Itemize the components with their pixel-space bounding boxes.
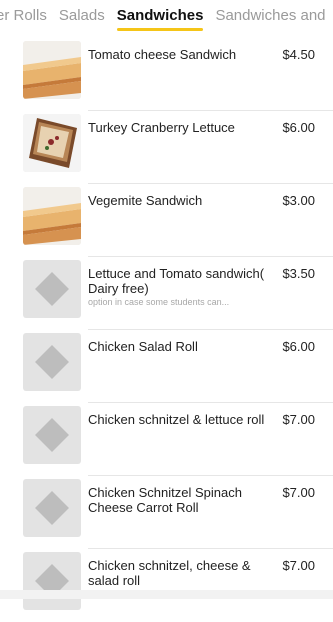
item-price: $6.00 bbox=[282, 339, 315, 354]
menu-item[interactable]: Tomato cheese Sandwich $4.50 bbox=[0, 38, 333, 111]
item-price: $4.50 bbox=[282, 47, 315, 62]
sandwich-photo bbox=[23, 187, 81, 245]
menu-item[interactable]: Vegemite Sandwich $3.00 bbox=[0, 184, 333, 257]
placeholder-icon bbox=[35, 272, 69, 306]
tab-salads[interactable]: Salads bbox=[59, 6, 105, 32]
tab-sandwiches-and[interactable]: Sandwiches and bbox=[215, 6, 325, 32]
tab-rolls[interactable]: er Rolls bbox=[0, 6, 47, 32]
item-name: Chicken schnitzel & lettuce roll bbox=[88, 412, 265, 427]
category-tabs: er Rolls Salads Sandwiches Sandwiches an… bbox=[0, 0, 333, 38]
item-price: $7.00 bbox=[282, 558, 315, 573]
menu-item[interactable]: Lettuce and Tomato sandwich( Dairy free)… bbox=[0, 257, 333, 330]
image-placeholder bbox=[23, 333, 81, 391]
image-placeholder bbox=[23, 406, 81, 464]
menu-item[interactable]: Chicken schnitzel & lettuce roll $7.00 bbox=[0, 403, 333, 476]
item-name: Chicken schnitzel, cheese & salad roll bbox=[88, 558, 251, 588]
image-placeholder bbox=[23, 552, 81, 610]
item-price: $7.00 bbox=[282, 412, 315, 427]
menu-item-list: Tomato cheese Sandwich $4.50 Turkey Cran… bbox=[0, 38, 333, 622]
item-price: $7.00 bbox=[282, 485, 315, 500]
menu-item[interactable]: Chicken Salad Roll $6.00 bbox=[0, 330, 333, 403]
item-name: Lettuce and Tomato sandwich( Dairy free) bbox=[88, 266, 265, 296]
placeholder-icon bbox=[35, 418, 69, 452]
item-price: $3.00 bbox=[282, 193, 315, 208]
item-name: Turkey Cranberry Lettuce bbox=[88, 120, 235, 135]
sandwich-photo bbox=[23, 114, 81, 172]
menu-item[interactable]: Chicken Schnitzel Spinach Cheese Carrot … bbox=[0, 476, 333, 549]
menu-item[interactable]: Chicken schnitzel, cheese & salad roll $… bbox=[0, 549, 333, 622]
item-price: $6.00 bbox=[282, 120, 315, 135]
bottom-bar bbox=[0, 590, 333, 599]
item-name: Chicken Salad Roll bbox=[88, 339, 198, 354]
image-placeholder bbox=[23, 479, 81, 537]
item-name: Tomato cheese Sandwich bbox=[88, 47, 237, 62]
placeholder-icon bbox=[35, 491, 69, 525]
item-price: $3.50 bbox=[282, 266, 315, 281]
item-description: option in case some students can... bbox=[88, 297, 230, 307]
placeholder-icon bbox=[35, 345, 69, 379]
sandwich-photo bbox=[23, 41, 81, 99]
menu-item[interactable]: Turkey Cranberry Lettuce $6.00 bbox=[0, 111, 333, 184]
item-name: Chicken Schnitzel Spinach Cheese Carrot … bbox=[88, 485, 242, 515]
image-placeholder bbox=[23, 260, 81, 318]
tab-sandwiches[interactable]: Sandwiches bbox=[116, 6, 203, 32]
item-name: Vegemite Sandwich bbox=[88, 193, 203, 208]
